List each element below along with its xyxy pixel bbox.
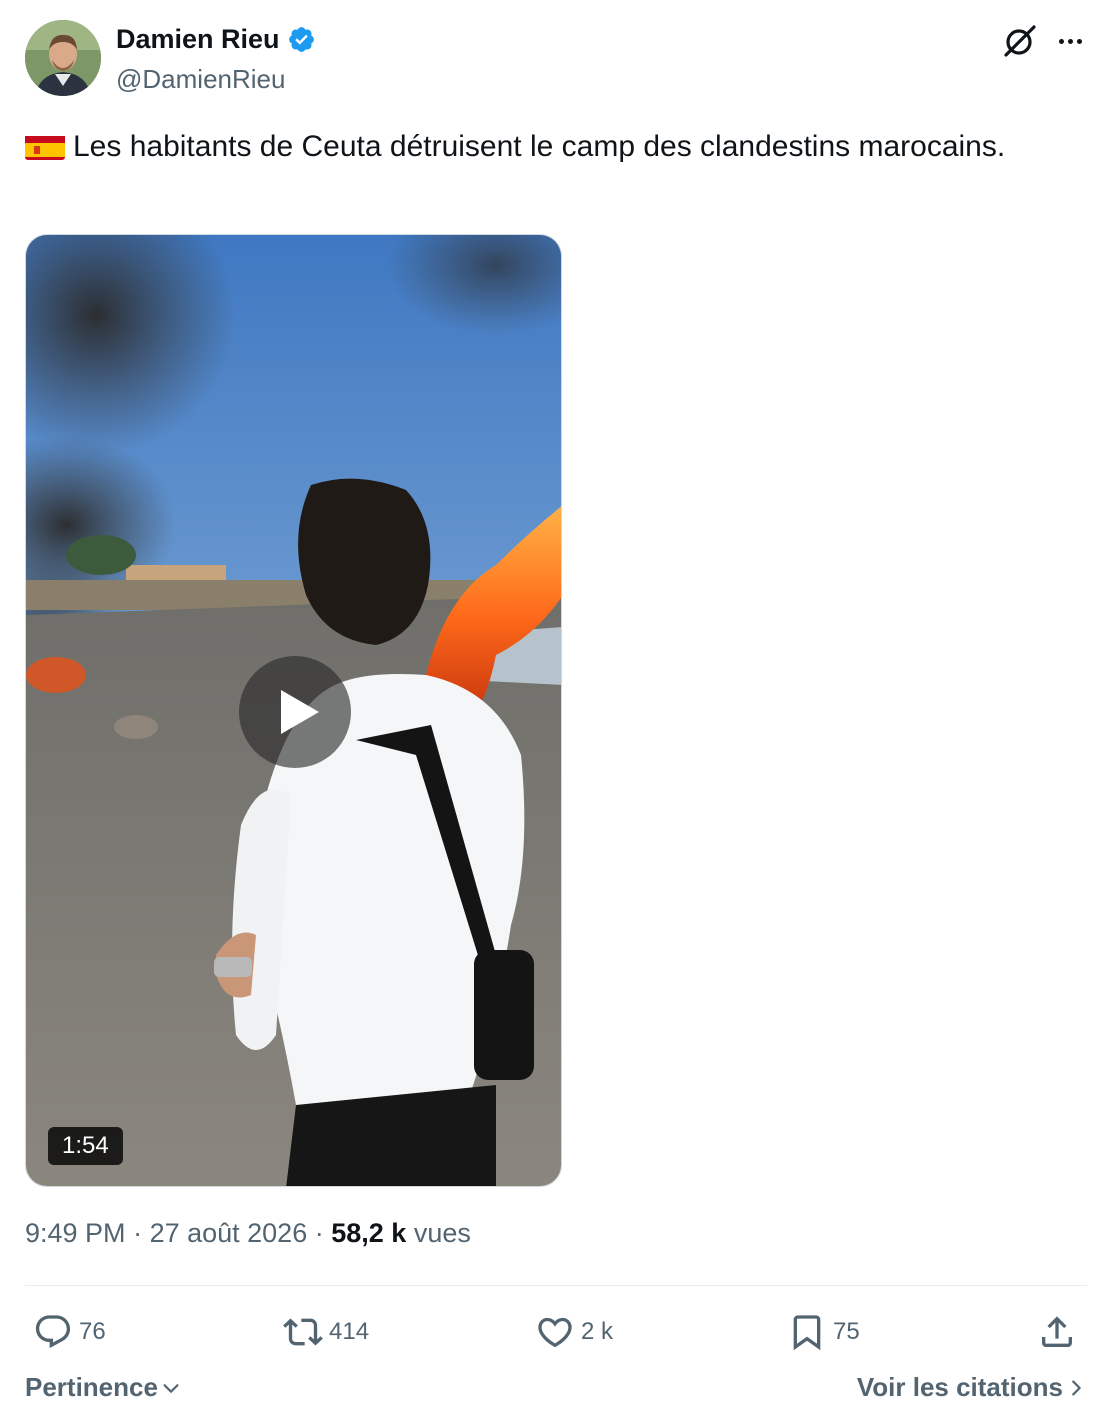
reply-icon <box>35 1315 71 1349</box>
repost-icon <box>283 1318 323 1346</box>
share-button[interactable] <box>1037 1306 1077 1358</box>
sort-label: Pertinence <box>25 1372 158 1402</box>
more-options-button[interactable] <box>1053 22 1087 60</box>
video-duration: 1:54 <box>48 1127 123 1165</box>
quotes-label: Voir les citations <box>856 1372 1063 1402</box>
tweet-time[interactable]: 9:49 PM <box>25 1218 126 1248</box>
tweet-text: Les habitants de Ceuta détruisent le cam… <box>25 124 1087 170</box>
view-quotes-link[interactable]: Voir les citations <box>857 1372 1087 1403</box>
repost-count: 414 <box>329 1318 370 1345</box>
user-handle[interactable]: @DamienRieu <box>116 64 285 95</box>
share-icon <box>1042 1316 1072 1347</box>
grok-button[interactable] <box>1001 22 1039 60</box>
like-button[interactable]: 2 k <box>535 1306 613 1358</box>
views-label: vues <box>413 1218 471 1248</box>
avatar[interactable] <box>25 20 101 96</box>
bookmark-count: 75 <box>833 1318 860 1345</box>
avatar-image <box>25 20 101 96</box>
sort-dropdown[interactable]: Pertinence <box>25 1372 182 1403</box>
divider <box>25 1285 1087 1286</box>
play-button[interactable] <box>239 656 351 768</box>
tweet-body: Les habitants de Ceuta détruisent le cam… <box>73 130 1006 163</box>
bookmark-icon <box>793 1315 821 1351</box>
chevron-right-icon <box>1072 1379 1081 1396</box>
more-dot <box>1058 38 1064 44</box>
repost-button[interactable]: 414 <box>283 1306 369 1358</box>
bookmark-button[interactable]: 75 <box>787 1306 860 1358</box>
tweet-date[interactable]: 27 août 2026 <box>150 1218 308 1248</box>
more-dot <box>1076 38 1082 44</box>
display-name[interactable]: Damien Rieu <box>116 24 280 55</box>
reply-count: 76 <box>79 1318 106 1345</box>
video-player[interactable]: 1:54 <box>25 234 562 1187</box>
views-count: 58,2 k <box>331 1218 407 1248</box>
meta-separator: · <box>125 1218 150 1248</box>
chevron-down-icon <box>163 1383 179 1393</box>
name-row: Damien Rieu <box>116 24 316 55</box>
reply-button[interactable]: 76 <box>33 1306 106 1358</box>
meta-separator: · <box>307 1218 332 1248</box>
more-dot <box>1067 38 1073 44</box>
heart-icon <box>538 1317 572 1348</box>
verified-badge-icon[interactable] <box>287 25 316 54</box>
replies-footer: Pertinence Voir les citations <box>25 1372 1087 1412</box>
spain-flag-icon <box>25 132 65 160</box>
tweet-header: Damien Rieu @DamienRieu <box>25 20 1087 98</box>
grok-icon <box>1004 25 1036 57</box>
action-bar: 76 414 2 k 75 <box>25 1306 1087 1358</box>
play-icon <box>281 690 319 734</box>
like-count: 2 k <box>581 1318 614 1345</box>
tweet-meta: 9:49 PM · 27 août 2026 · 58,2 k vues <box>25 1218 471 1249</box>
